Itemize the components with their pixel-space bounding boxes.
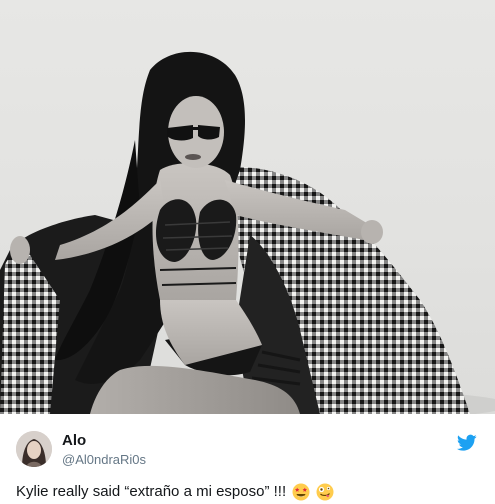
tweet-body: Kylie really said “extraño a mi esposo” …: [16, 483, 287, 501]
avatar-image: [16, 431, 52, 467]
photo-illustration: [0, 51, 495, 414]
avatar[interactable]: [16, 431, 52, 467]
author-name[interactable]: Alo: [62, 432, 86, 450]
star-struck-emoji-icon: [292, 483, 310, 501]
tweet-photo[interactable]: [0, 0, 495, 414]
twitter-bird-icon[interactable]: [457, 434, 477, 452]
tweet-text: Kylie really said “extraño a mi esposo” …: [16, 482, 334, 502]
author-handle[interactable]: @Al0ndraRi0s: [62, 452, 146, 468]
tweet-card: Alo @Al0ndraRi0s Kylie really said “extr…: [0, 0, 495, 504]
zany-face-emoji-icon: [316, 483, 334, 501]
